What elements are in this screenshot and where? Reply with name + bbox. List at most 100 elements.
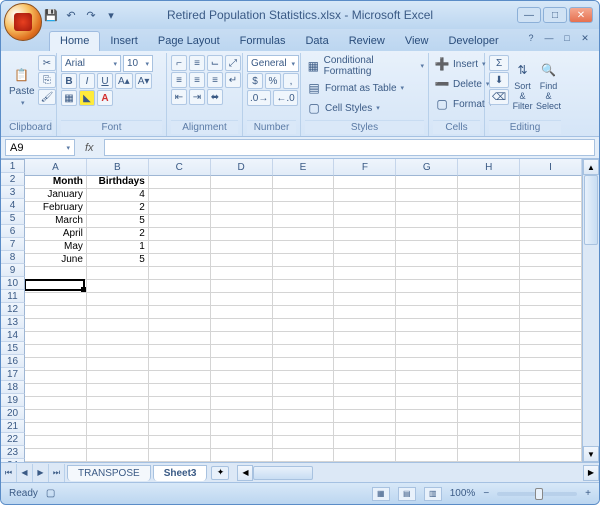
cell-A9[interactable] — [25, 280, 87, 293]
cell-F21[interactable] — [334, 436, 396, 449]
tab-developer[interactable]: Developer — [438, 32, 508, 51]
close-button[interactable]: ✕ — [569, 7, 593, 23]
cell-D6[interactable] — [211, 241, 273, 254]
row-header-6[interactable]: 6 — [1, 225, 25, 238]
col-header-I[interactable]: I — [520, 159, 582, 176]
delete-cells-button[interactable]: ➖Delete▾ — [433, 75, 489, 93]
tab-page-layout[interactable]: Page Layout — [148, 32, 230, 51]
cell-F19[interactable] — [334, 410, 396, 423]
sheet-tab-sheet3[interactable]: Sheet3 — [153, 465, 208, 481]
help-icon[interactable]: ? — [523, 31, 539, 45]
cell-I11[interactable] — [520, 306, 582, 319]
worksheet-grid[interactable]: 1234567891011121314151617181920212223242… — [1, 159, 599, 462]
zoom-thumb[interactable] — [535, 488, 543, 500]
cell-A14[interactable] — [25, 345, 87, 358]
cell-I17[interactable] — [520, 384, 582, 397]
cell-D13[interactable] — [211, 332, 273, 345]
cell-H17[interactable] — [458, 384, 520, 397]
cell-A22[interactable] — [25, 449, 87, 462]
cell-D11[interactable] — [211, 306, 273, 319]
cell-C21[interactable] — [149, 436, 211, 449]
cell-G5[interactable] — [396, 228, 458, 241]
cell-G7[interactable] — [396, 254, 458, 267]
number-format-combo[interactable]: General▾ — [247, 55, 299, 72]
cell-E5[interactable] — [273, 228, 335, 241]
cell-D17[interactable] — [211, 384, 273, 397]
cell-G9[interactable] — [396, 280, 458, 293]
row-header-20[interactable]: 20 — [1, 407, 25, 420]
clear-button[interactable]: ⌫ — [489, 89, 509, 105]
row-header-22[interactable]: 22 — [1, 433, 25, 446]
cell-D15[interactable] — [211, 358, 273, 371]
row-header-4[interactable]: 4 — [1, 199, 25, 212]
cell-E17[interactable] — [273, 384, 335, 397]
horizontal-scrollbar[interactable]: ◀ ▶ — [237, 465, 599, 481]
col-header-D[interactable]: D — [211, 159, 273, 176]
cell-C5[interactable] — [149, 228, 211, 241]
row-header-3[interactable]: 3 — [1, 186, 25, 199]
mdi-minimize-icon[interactable]: — — [541, 31, 557, 45]
cell-G10[interactable] — [396, 293, 458, 306]
cell-A16[interactable] — [25, 371, 87, 384]
cell-E13[interactable] — [273, 332, 335, 345]
cell-C20[interactable] — [149, 423, 211, 436]
cell-G21[interactable] — [396, 436, 458, 449]
cell-B9[interactable] — [87, 280, 149, 293]
percent-button[interactable]: % — [265, 73, 281, 89]
fill-color-button[interactable]: ◣ — [79, 90, 95, 106]
format-as-table-button[interactable]: ▤Format as Table▾ — [305, 79, 404, 97]
cell-B4[interactable]: 5 — [87, 215, 149, 228]
cell-H8[interactable] — [458, 267, 520, 280]
cell-F11[interactable] — [334, 306, 396, 319]
cell-F1[interactable] — [334, 176, 396, 189]
cell-B8[interactable] — [87, 267, 149, 280]
align-center-button[interactable]: ≡ — [189, 72, 205, 88]
col-header-B[interactable]: B — [87, 159, 149, 176]
cell-G13[interactable] — [396, 332, 458, 345]
cell-D16[interactable] — [211, 371, 273, 384]
cell-F12[interactable] — [334, 319, 396, 332]
zoom-level[interactable]: 100% — [450, 488, 476, 499]
cell-D20[interactable] — [211, 423, 273, 436]
cell-A15[interactable] — [25, 358, 87, 371]
cell-I12[interactable] — [520, 319, 582, 332]
formula-bar[interactable] — [104, 139, 595, 156]
col-header-A[interactable]: A — [25, 159, 87, 176]
row-header-12[interactable]: 12 — [1, 303, 25, 316]
cell-C11[interactable] — [149, 306, 211, 319]
cell-G17[interactable] — [396, 384, 458, 397]
tab-nav-first-icon[interactable]: ⏮ — [1, 464, 17, 482]
fx-icon[interactable]: fx — [79, 142, 100, 154]
cell-H2[interactable] — [458, 189, 520, 202]
cell-C6[interactable] — [149, 241, 211, 254]
sheet-tab-transpose[interactable]: TRANSPOSE — [67, 465, 151, 481]
orientation-button[interactable]: ⤢ — [225, 55, 241, 71]
cell-A10[interactable] — [25, 293, 87, 306]
tab-review[interactable]: Review — [339, 32, 395, 51]
cell-C19[interactable] — [149, 410, 211, 423]
cell-H21[interactable] — [458, 436, 520, 449]
decrease-indent-button[interactable]: ⇤ — [171, 89, 187, 105]
row-header-2[interactable]: 2 — [1, 173, 25, 186]
cell-C1[interactable] — [149, 176, 211, 189]
cell-D7[interactable] — [211, 254, 273, 267]
cell-C8[interactable] — [149, 267, 211, 280]
cell-B17[interactable] — [87, 384, 149, 397]
cell-H3[interactable] — [458, 202, 520, 215]
row-header-19[interactable]: 19 — [1, 394, 25, 407]
cell-B19[interactable] — [87, 410, 149, 423]
row-header-9[interactable]: 9 — [1, 264, 25, 277]
cell-D4[interactable] — [211, 215, 273, 228]
cell-G15[interactable] — [396, 358, 458, 371]
cell-H11[interactable] — [458, 306, 520, 319]
col-header-E[interactable]: E — [273, 159, 335, 176]
tab-nav-next-icon[interactable]: ▶ — [33, 464, 49, 482]
cell-B16[interactable] — [87, 371, 149, 384]
cell-C12[interactable] — [149, 319, 211, 332]
cell-E20[interactable] — [273, 423, 335, 436]
cell-D1[interactable] — [211, 176, 273, 189]
cell-E12[interactable] — [273, 319, 335, 332]
redo-icon[interactable]: ↷ — [83, 7, 99, 23]
cell-B14[interactable] — [87, 345, 149, 358]
cell-G11[interactable] — [396, 306, 458, 319]
